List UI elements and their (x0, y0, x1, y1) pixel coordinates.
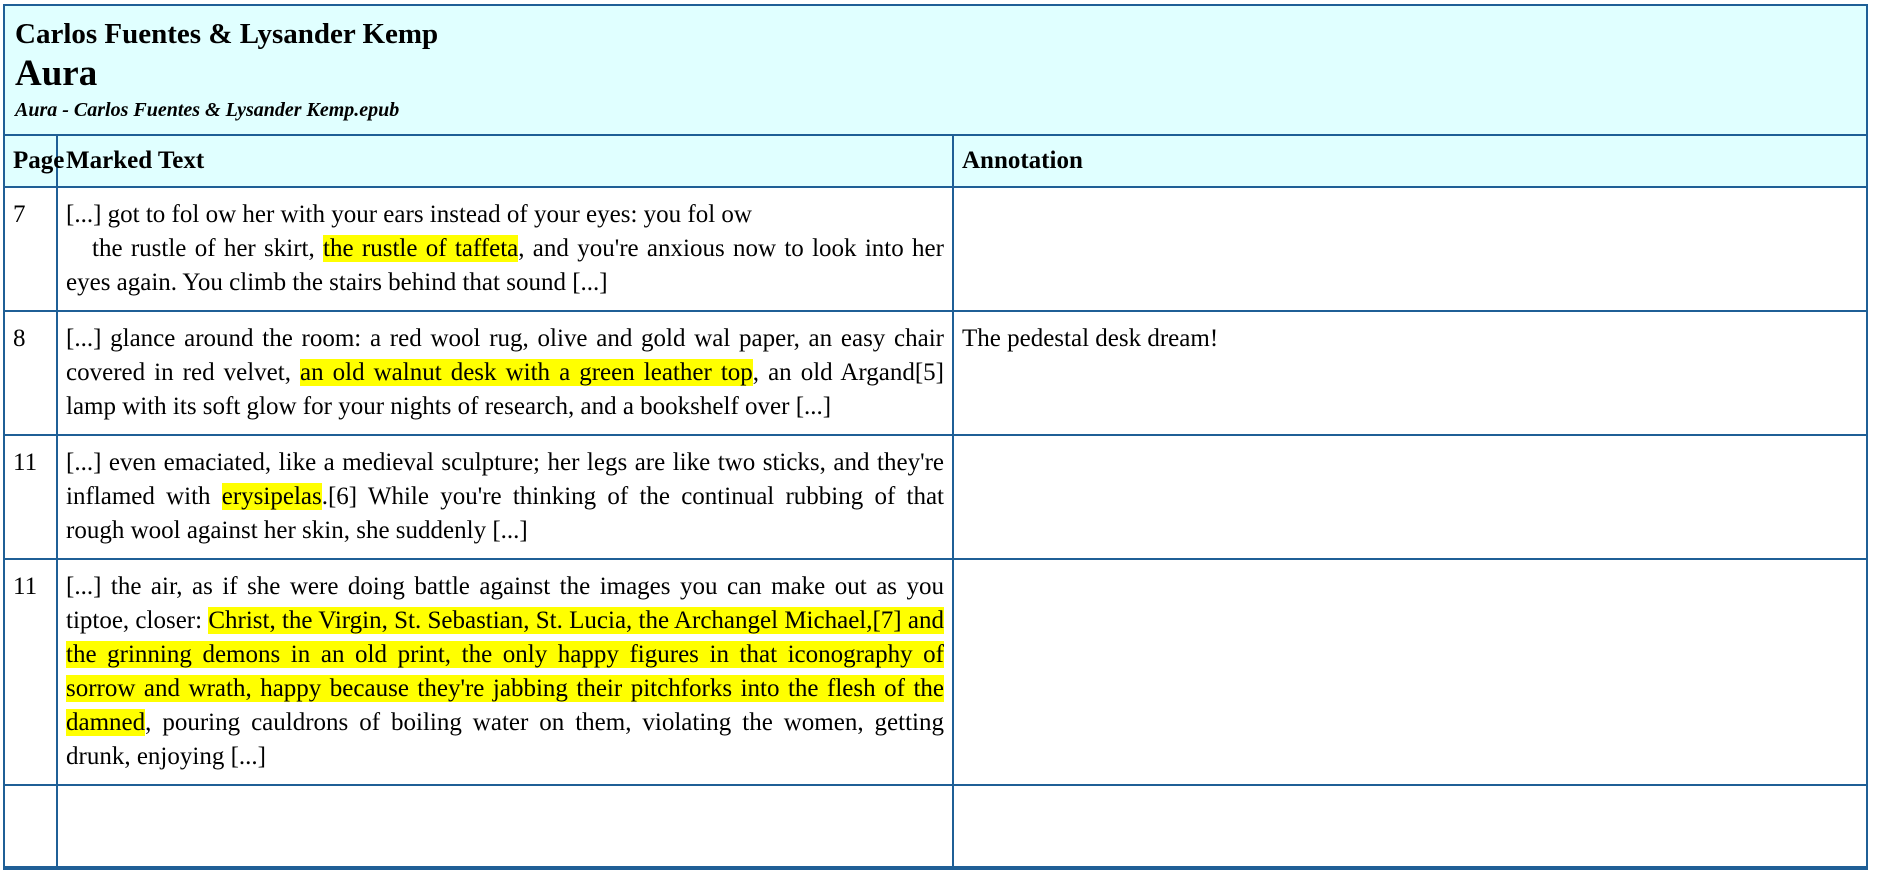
marked-text: [...] the air, as if she were doing batt… (57, 559, 954, 786)
column-header-annotation: Annotation (953, 136, 1866, 188)
marked-text-after: , pouring cauldrons of boiling water on … (66, 709, 944, 770)
page-number: 11 (5, 559, 58, 786)
notes-export-frame: Carlos Fuentes & Lysander Kemp Aura Aura… (3, 4, 1868, 870)
table-row: 8 [...] glance around the room: a red wo… (5, 311, 1866, 436)
marked-text: [...] even emaciated, like a medieval sc… (57, 435, 954, 560)
annotation-cell (953, 785, 1866, 868)
marked-text: [...] got to fol ow her with your ears i… (57, 187, 954, 312)
book-author: Carlos Fuentes & Lysander Kemp (15, 18, 439, 50)
table-row: 11 [...] even emaciated, like a medieval… (5, 435, 1866, 560)
table-row (5, 785, 1866, 868)
annotation-cell (953, 187, 1866, 312)
highlighted-text: erysipelas (221, 483, 322, 510)
highlighted-text: the rustle of taffeta (323, 235, 519, 262)
column-header-page: Page (5, 136, 64, 188)
marked-text-line: [...] got to fol ow her with your ears i… (66, 201, 752, 228)
marked-text (57, 785, 954, 868)
table-header-row: Page Marked Text Annotation (5, 136, 1866, 188)
marked-text-before: the rustle of her skirt, (92, 235, 324, 262)
table-row: 7 [...] got to fol ow her with your ears… (5, 187, 1866, 312)
book-header: Carlos Fuentes & Lysander Kemp Aura Aura… (5, 6, 1866, 136)
book-title: Aura (15, 53, 98, 94)
highlighted-text: an old walnut desk with a green leather … (300, 359, 753, 386)
page-number: 7 (5, 187, 58, 312)
table-row: 11 [...] the air, as if she were doing b… (5, 559, 1866, 786)
annotation-cell (953, 559, 1866, 786)
book-filename: Aura - Carlos Fuentes & Lysander Kemp.ep… (15, 99, 400, 121)
column-header-marked-text: Marked Text (57, 136, 954, 188)
page-number: 8 (5, 311, 58, 436)
page-number (5, 785, 58, 868)
annotation-cell (953, 435, 1866, 560)
annotations-table: Page Marked Text Annotation 7 [...] got … (5, 136, 1866, 868)
page-number: 11 (5, 435, 58, 560)
marked-text: [...] glance around the room: a red wool… (57, 311, 954, 436)
annotation-cell: The pedestal desk dream! (953, 311, 1866, 436)
